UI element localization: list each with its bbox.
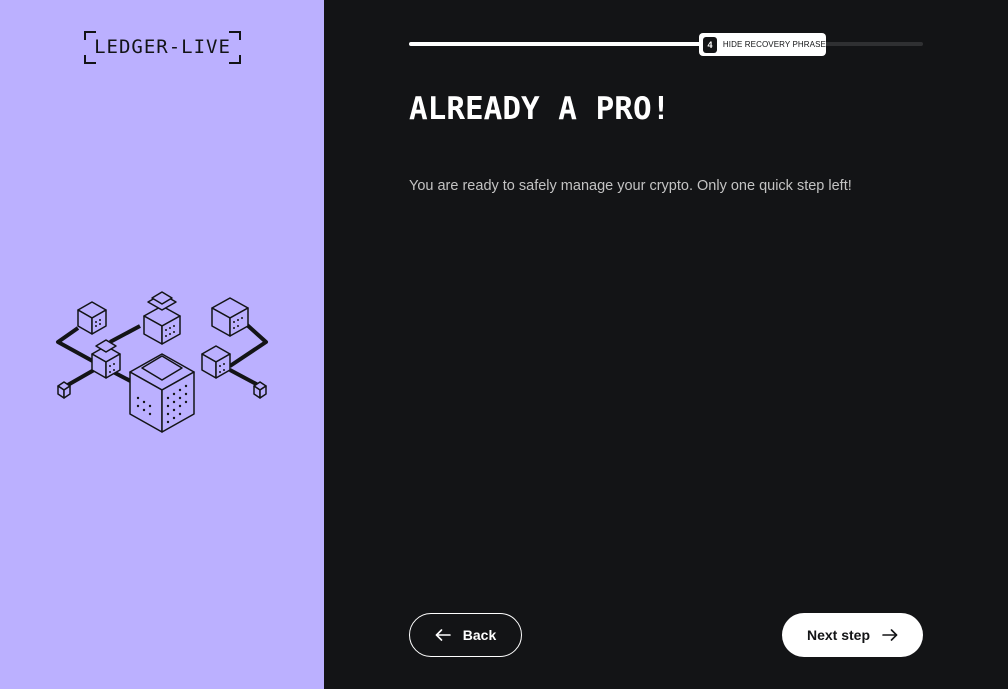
- page-subtitle: You are ready to safely manage your cryp…: [409, 178, 852, 194]
- arrow-right-icon: [882, 629, 898, 641]
- step-number: 4: [703, 36, 717, 53]
- step-label: HIDE RECOVERY PHRASE: [722, 40, 826, 49]
- left-panel: LEDGER-LIVE: [0, 0, 324, 689]
- ledger-live-logo: LEDGER-LIVE: [84, 31, 241, 64]
- next-step-button-label: Next step: [806, 627, 871, 643]
- back-button-label: Back: [462, 627, 497, 643]
- arrow-left-icon: [435, 629, 451, 641]
- back-button[interactable]: Back: [409, 613, 522, 657]
- blockchain-cubes-illustration: [56, 291, 268, 433]
- progress-fill: [409, 42, 708, 46]
- logo-text: LEDGER-LIVE: [94, 36, 231, 58]
- step-indicator: 4 HIDE RECOVERY PHRASE: [699, 33, 826, 56]
- page-title: ALREADY A PRO!: [409, 91, 671, 127]
- progress-bar: [409, 42, 923, 46]
- next-step-button[interactable]: Next step: [782, 613, 923, 657]
